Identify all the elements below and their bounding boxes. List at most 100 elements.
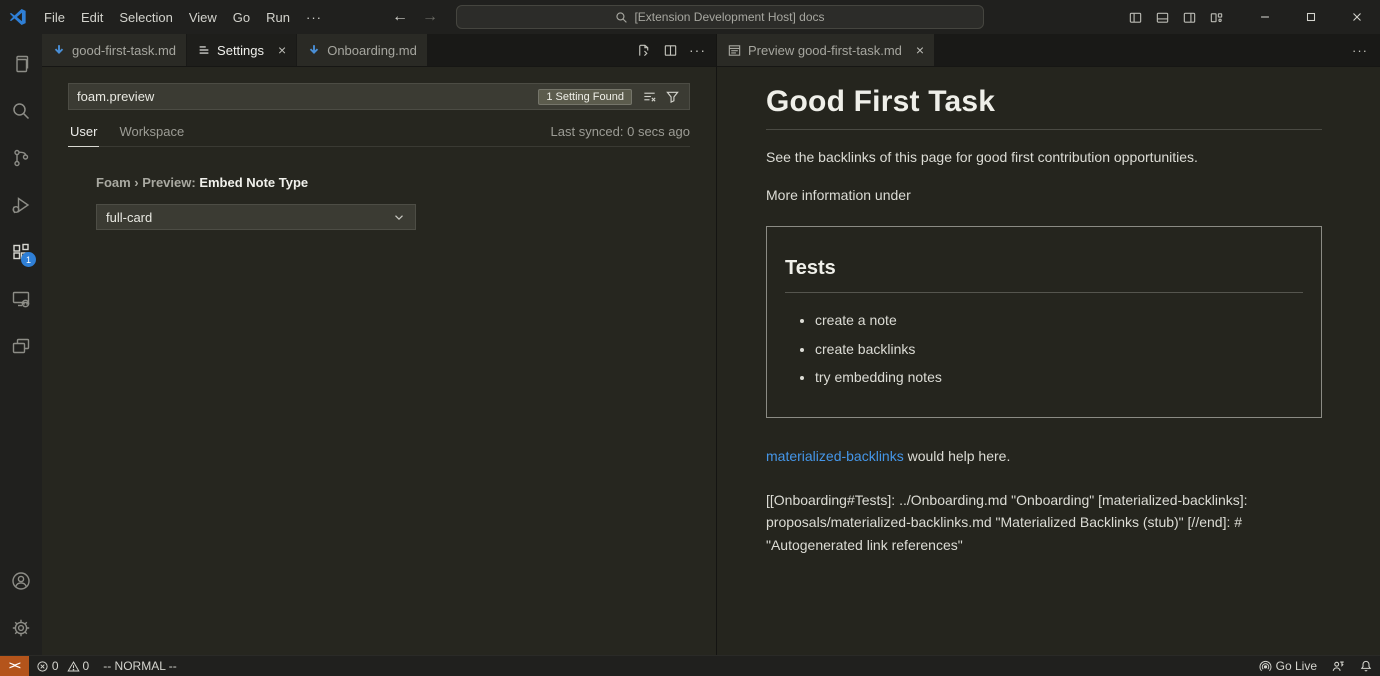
warning-count: 0 xyxy=(83,659,90,673)
preview-paragraph: materialized-backlinks would help here. xyxy=(766,446,1322,467)
embed-note-type-dropdown[interactable]: full-card xyxy=(96,204,416,230)
warning-icon xyxy=(67,660,80,673)
back-arrow-icon[interactable]: ← xyxy=(392,8,408,26)
markdown-file-icon xyxy=(307,43,321,57)
toggle-panel-icon[interactable] xyxy=(1151,6,1174,29)
close-window-button[interactable] xyxy=(1334,0,1380,34)
close-tab-icon[interactable]: × xyxy=(916,42,924,58)
vim-mode-label: -- NORMAL -- xyxy=(103,659,177,673)
list-item: create backlinks xyxy=(815,340,1303,360)
settings-scope-tabs: User Workspace Last synced: 0 secs ago xyxy=(68,124,690,147)
go-live-button[interactable]: Go Live xyxy=(1252,656,1324,676)
list-item: try embedding notes xyxy=(815,368,1303,388)
forward-arrow-icon[interactable]: → xyxy=(422,8,438,26)
activity-bar: 1 xyxy=(0,34,42,655)
scope-tab-workspace[interactable]: Workspace xyxy=(117,124,186,146)
embedded-note-card: Tests create a note create backlinks try… xyxy=(766,226,1322,418)
link-suffix-text: would help here. xyxy=(904,448,1011,464)
settings-result-count-badge: 1 Setting Found xyxy=(538,89,632,105)
accounts-icon[interactable] xyxy=(0,557,42,604)
clear-settings-filter-icon[interactable] xyxy=(638,87,661,106)
settings-gear-icon[interactable] xyxy=(0,604,42,651)
search-icon xyxy=(615,11,628,24)
remote-indicator[interactable]: >< xyxy=(0,656,29,676)
remote-icon: >< xyxy=(9,660,20,672)
menu-edit[interactable]: Edit xyxy=(73,6,111,29)
preview-paragraph: See the backlinks of this page for good … xyxy=(766,147,1322,168)
error-count: 0 xyxy=(52,659,59,673)
markdown-file-icon xyxy=(52,43,66,57)
tab-label: Onboarding.md xyxy=(327,43,417,58)
link-references-text: [[Onboarding#Tests]: ../Onboarding.md "O… xyxy=(766,489,1322,557)
menu-selection[interactable]: Selection xyxy=(111,6,180,29)
filter-settings-icon[interactable] xyxy=(661,87,684,106)
tab-label: Settings xyxy=(217,43,264,58)
go-live-label: Go Live xyxy=(1276,659,1317,673)
editor-windows-icon[interactable] xyxy=(0,322,42,369)
tab-good-first-task[interactable]: good-first-task.md xyxy=(42,34,187,66)
settings-search-value: foam.preview xyxy=(77,89,538,104)
source-control-icon[interactable] xyxy=(0,134,42,181)
toggle-primary-sidebar-icon[interactable] xyxy=(1124,6,1147,29)
dropdown-value: full-card xyxy=(106,210,152,225)
editor-group-left: good-first-task.md Settings × Onboarding… xyxy=(42,34,717,655)
maximize-button[interactable] xyxy=(1288,0,1334,34)
setting-name-label: Embed Note Type xyxy=(199,175,308,190)
tab-onboarding[interactable]: Onboarding.md xyxy=(297,34,428,66)
menu-more-ellipsis[interactable]: ··· xyxy=(298,6,330,29)
materialized-backlinks-link[interactable]: materialized-backlinks xyxy=(766,448,904,464)
vscode-logo-icon xyxy=(0,8,36,26)
menu-view[interactable]: View xyxy=(181,6,225,29)
list-item: create a note xyxy=(815,311,1303,331)
open-settings-json-icon[interactable] xyxy=(633,40,654,61)
chevron-down-icon xyxy=(392,210,406,224)
menu-file[interactable]: File xyxy=(36,6,73,29)
markdown-preview: Good First Task See the backlinks of thi… xyxy=(717,67,1380,557)
feedback-icon[interactable] xyxy=(1324,656,1352,676)
settings-search-input[interactable]: foam.preview 1 Setting Found xyxy=(68,83,690,110)
remote-explorer-icon[interactable] xyxy=(0,275,42,322)
run-and-debug-icon[interactable] xyxy=(0,181,42,228)
preview-title: Good First Task xyxy=(766,85,1322,130)
menubar: File Edit Selection View Go Run ··· xyxy=(36,6,330,29)
setting-embed-note-type: Foam › Preview: Embed Note Type full-car… xyxy=(96,175,690,230)
vim-mode-indicator[interactable]: -- NORMAL -- xyxy=(96,656,184,676)
toggle-secondary-sidebar-icon[interactable] xyxy=(1178,6,1201,29)
command-center-search[interactable]: [Extension Development Host] docs xyxy=(456,5,984,29)
more-actions-icon[interactable]: ··· xyxy=(687,42,708,58)
minimize-button[interactable] xyxy=(1242,0,1288,34)
embedded-note-heading: Tests xyxy=(785,257,1303,293)
tab-label: good-first-task.md xyxy=(72,43,176,58)
tabbar-right: Preview good-first-task.md × ··· xyxy=(717,34,1380,67)
extensions-icon[interactable]: 1 xyxy=(0,228,42,275)
preview-paragraph: More information under xyxy=(766,185,1322,206)
menu-run[interactable]: Run xyxy=(258,6,298,29)
tests-list: create a note create backlinks try embed… xyxy=(815,311,1303,388)
split-editor-icon[interactable] xyxy=(660,40,681,61)
more-actions-icon[interactable]: ··· xyxy=(1352,34,1380,66)
tab-settings[interactable]: Settings × xyxy=(187,34,297,66)
tab-label: Preview good-first-task.md xyxy=(748,43,902,58)
search-sidebar-icon[interactable] xyxy=(0,87,42,134)
explorer-icon[interactable] xyxy=(0,40,42,87)
customize-layout-icon[interactable] xyxy=(1205,6,1228,29)
close-tab-icon[interactable]: × xyxy=(278,42,286,58)
history-nav: ← → xyxy=(392,0,438,34)
menu-go[interactable]: Go xyxy=(225,6,258,29)
broadcast-icon xyxy=(1259,660,1272,673)
settings-list-icon xyxy=(197,43,211,57)
problems-indicator[interactable]: 0 0 xyxy=(29,656,96,676)
open-preview-icon xyxy=(727,43,742,58)
setting-category-label: Foam › Preview: xyxy=(96,175,199,190)
last-synced-label: Last synced: 0 secs ago xyxy=(551,124,690,146)
command-center-label: [Extension Development Host] docs xyxy=(634,10,824,24)
editor-group-right: Preview good-first-task.md × ··· Good Fi… xyxy=(717,34,1380,655)
tab-preview-good-first-task[interactable]: Preview good-first-task.md × xyxy=(717,34,935,66)
settings-editor: foam.preview 1 Setting Found User Worksp… xyxy=(42,67,716,230)
notifications-bell-icon[interactable] xyxy=(1352,656,1380,676)
scope-tab-user[interactable]: User xyxy=(68,124,99,147)
error-icon xyxy=(36,660,49,673)
extensions-badge: 1 xyxy=(21,252,36,267)
status-bar: >< 0 0 -- NORMAL -- Go Live xyxy=(0,655,1380,676)
tabbar-left: good-first-task.md Settings × Onboarding… xyxy=(42,34,716,67)
